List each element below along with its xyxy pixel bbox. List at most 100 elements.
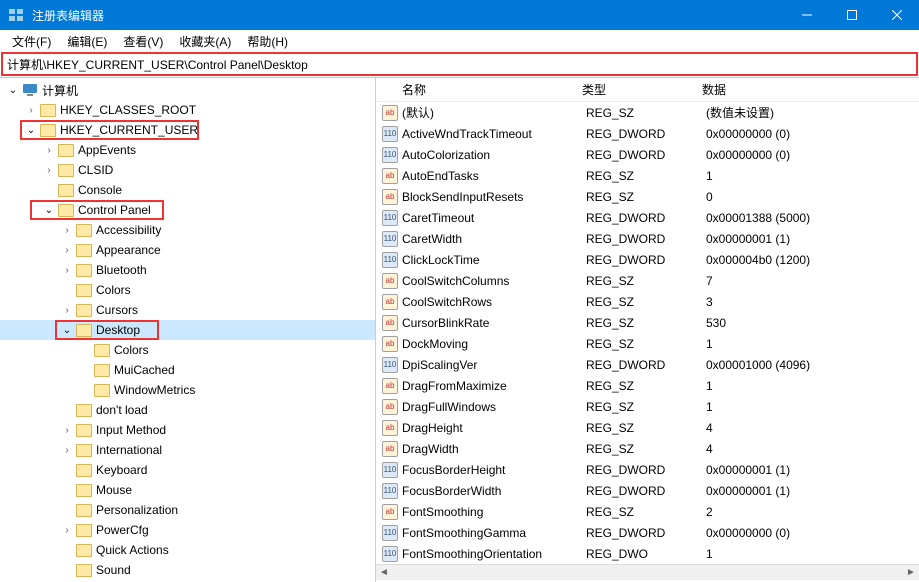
value-row[interactable]: abDragWidthREG_SZ4 [376, 438, 919, 459]
value-data: 0x00001000 (4096) [700, 358, 919, 372]
tree-item[interactable]: MuiCached [0, 360, 375, 380]
tree-item-label: Quick Actions [96, 543, 169, 557]
value-row[interactable]: abDragFullWindowsREG_SZ1 [376, 396, 919, 417]
chevron-down-icon[interactable]: ⌄ [6, 83, 20, 97]
chevron-right-icon[interactable]: › [42, 143, 56, 157]
folder-icon [76, 504, 92, 517]
value-row[interactable]: abCoolSwitchColumnsREG_SZ7 [376, 270, 919, 291]
horizontal-scrollbar[interactable]: ◄ ► [376, 564, 919, 580]
chevron-right-icon[interactable]: › [60, 303, 74, 317]
string-value-icon: ab [382, 315, 398, 331]
tree-item[interactable]: ›HKEY_CLASSES_ROOT [0, 100, 375, 120]
menu-help[interactable]: 帮助(H) [239, 31, 296, 52]
chevron-down-icon[interactable]: ⌄ [24, 123, 38, 137]
menu-edit[interactable]: 编辑(E) [59, 31, 115, 52]
col-type[interactable]: 类型 [576, 81, 696, 98]
value-data: 1 [700, 169, 919, 183]
tree-item[interactable]: Console [0, 180, 375, 200]
address-bar[interactable]: 计算机\HKEY_CURRENT_USER\Control Panel\Desk… [2, 53, 917, 75]
folder-icon [40, 124, 56, 137]
maximize-button[interactable] [829, 0, 874, 30]
tree-item[interactable]: › PowerCfg [0, 520, 375, 540]
chevron-right-icon[interactable]: › [60, 523, 74, 537]
values-pane[interactable]: 名称 类型 数据 ab(默认)REG_SZ(数值未设置)110ActiveWnd… [376, 78, 919, 582]
tree-item[interactable]: Quick Actions [0, 540, 375, 560]
tree-item[interactable]: Colors [0, 280, 375, 300]
minimize-button[interactable] [784, 0, 829, 30]
tree-item[interactable]: › AppEvents [0, 140, 375, 160]
value-row[interactable]: abDragFromMaximizeREG_SZ1 [376, 375, 919, 396]
value-row[interactable]: abAutoEndTasksREG_SZ1 [376, 165, 919, 186]
tree-item[interactable]: Mouse [0, 480, 375, 500]
col-name[interactable]: 名称 [376, 81, 576, 98]
value-row[interactable]: 110DpiScalingVerREG_DWORD0x00001000 (409… [376, 354, 919, 375]
scroll-right-icon[interactable]: ► [903, 567, 919, 578]
chevron-right-icon[interactable]: › [24, 103, 38, 117]
tree-item[interactable]: don't load [0, 400, 375, 420]
value-name: DragWidth [402, 442, 580, 456]
tree-item[interactable]: ›International [0, 440, 375, 460]
value-data: 0 [700, 190, 919, 204]
chevron-right-icon[interactable]: › [60, 263, 74, 277]
scroll-left-icon[interactable]: ◄ [376, 567, 392, 578]
value-row[interactable]: 110ClickLockTimeREG_DWORD0x000004b0 (120… [376, 249, 919, 270]
value-data: 1 [700, 547, 919, 561]
tree-item[interactable]: Personalization [0, 500, 375, 520]
value-row[interactable]: 110CaretWidthREG_DWORD0x00000001 (1) [376, 228, 919, 249]
tree-item[interactable]: ⌄HKEY_CURRENT_USER [0, 120, 375, 140]
tree-item[interactable]: ⌄Desktop [0, 320, 375, 340]
value-row[interactable]: 110ActiveWndTrackTimeoutREG_DWORD0x00000… [376, 123, 919, 144]
value-row[interactable]: abCursorBlinkRateREG_SZ530 [376, 312, 919, 333]
menu-favorites[interactable]: 收藏夹(A) [171, 31, 239, 52]
tree-item[interactable]: ⌄Control Panel [0, 200, 375, 220]
chevron-right-icon[interactable]: › [60, 223, 74, 237]
col-data[interactable]: 数据 [696, 81, 919, 98]
menu-view[interactable]: 查看(V) [115, 31, 171, 52]
dword-value-icon: 110 [382, 525, 398, 541]
value-type: REG_SZ [580, 295, 700, 309]
tree-item[interactable]: WindowMetrics [0, 380, 375, 400]
chevron-right-icon[interactable]: › [60, 243, 74, 257]
value-row[interactable]: 110AutoColorizationREG_DWORD0x00000000 (… [376, 144, 919, 165]
tree-item[interactable]: Sound [0, 560, 375, 580]
value-row[interactable]: 110FocusBorderHeightREG_DWORD0x00000001 … [376, 459, 919, 480]
folder-icon [58, 184, 74, 197]
folder-icon [76, 564, 92, 577]
value-row[interactable]: abDragHeightREG_SZ4 [376, 417, 919, 438]
value-row[interactable]: 110FocusBorderWidthREG_DWORD0x00000001 (… [376, 480, 919, 501]
tree-item-label: AppEvents [78, 143, 136, 157]
value-row[interactable]: 110FontSmoothingOrientationREG_DWO1 [376, 543, 919, 564]
value-row[interactable]: abBlockSendInputResetsREG_SZ0 [376, 186, 919, 207]
tree-item[interactable]: Colors [0, 340, 375, 360]
value-data: 4 [700, 442, 919, 456]
tree-item[interactable]: ›CLSID [0, 160, 375, 180]
chevron-right-icon[interactable]: › [60, 443, 74, 457]
value-name: CaretTimeout [402, 211, 580, 225]
spacer-icon [42, 183, 56, 197]
value-row[interactable]: abDockMovingREG_SZ1 [376, 333, 919, 354]
value-row[interactable]: abFontSmoothingREG_SZ2 [376, 501, 919, 522]
chevron-down-icon[interactable]: ⌄ [42, 203, 56, 217]
value-row[interactable]: abCoolSwitchRowsREG_SZ3 [376, 291, 919, 312]
menu-file[interactable]: 文件(F) [4, 31, 59, 52]
chevron-right-icon[interactable]: › [42, 163, 56, 177]
value-type: REG_DWORD [580, 526, 700, 540]
tree-item-label: PowerCfg [96, 523, 149, 537]
tree-item[interactable]: Keyboard [0, 460, 375, 480]
tree-item[interactable]: ⌄计算机 [0, 80, 375, 100]
tree-pane[interactable]: ⌄计算机›HKEY_CLASSES_ROOT⌄HKEY_CURRENT_USER… [0, 78, 376, 582]
tree-item-label: Console [78, 183, 122, 197]
tree-item[interactable]: ›Accessibility [0, 220, 375, 240]
value-row[interactable]: ab(默认)REG_SZ(数值未设置) [376, 102, 919, 123]
chevron-right-icon[interactable]: › [60, 423, 74, 437]
spacer-icon [60, 563, 74, 577]
tree-item[interactable]: ›Bluetooth [0, 260, 375, 280]
tree-item[interactable]: ›Cursors [0, 300, 375, 320]
value-row[interactable]: 110CaretTimeoutREG_DWORD0x00001388 (5000… [376, 207, 919, 228]
tree-item[interactable]: ›Appearance [0, 240, 375, 260]
dword-value-icon: 110 [382, 546, 398, 562]
chevron-down-icon[interactable]: ⌄ [60, 323, 74, 337]
value-row[interactable]: 110FontSmoothingGammaREG_DWORD0x00000000… [376, 522, 919, 543]
tree-item[interactable]: ›Input Method [0, 420, 375, 440]
close-button[interactable] [874, 0, 919, 30]
